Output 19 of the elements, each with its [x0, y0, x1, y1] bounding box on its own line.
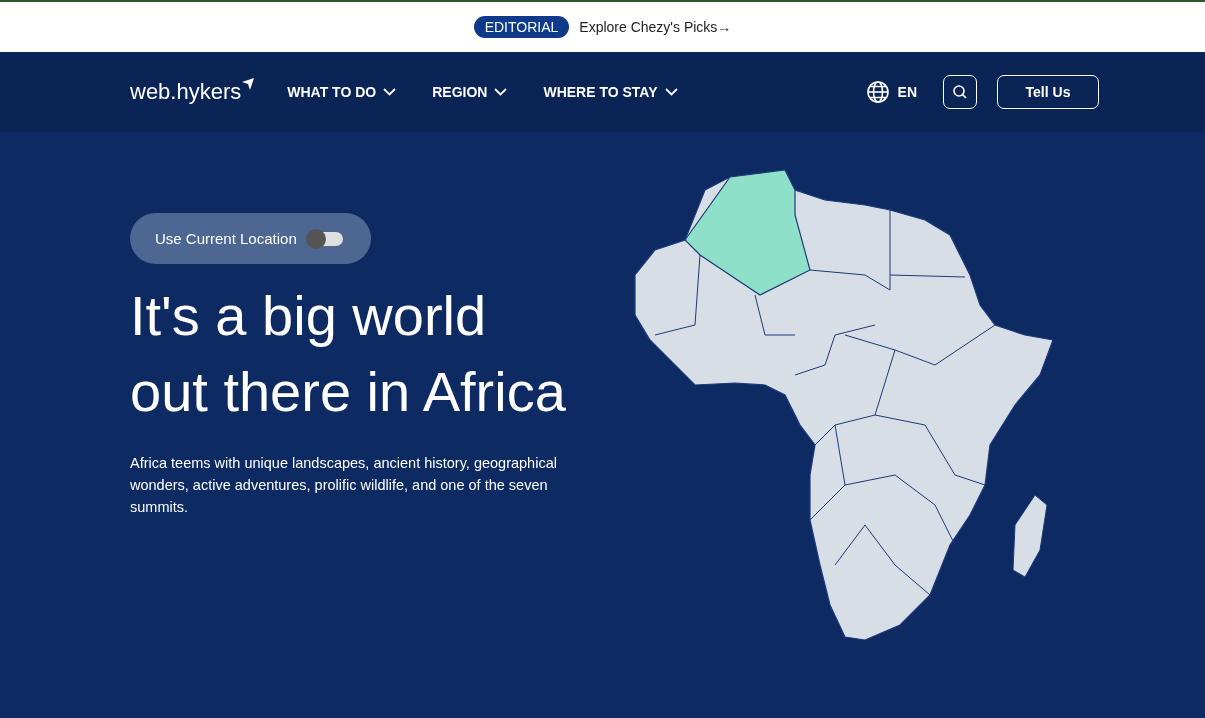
editorial-badge: EDITORIAL [473, 16, 570, 38]
nav-menu-item[interactable]: REGION [432, 84, 508, 100]
search-button[interactable] [943, 75, 977, 109]
location-label: Use Current Location [155, 230, 297, 247]
hero-description: Africa teems with unique landscapes, ancient history, geographical wonders, active adventures, prolific wildlife, and one of the seven summits. [130, 454, 558, 517]
nav-menu-item[interactable]: WHERE TO STAY [543, 84, 678, 100]
search-icon [952, 84, 968, 100]
logo-text[interactable]: web.hykers [130, 79, 242, 105]
tell-us-button[interactable]: Tell Us [997, 75, 1099, 109]
hero-title: It's a big world out there in Africa [130, 283, 567, 425]
nav-menu-item[interactable]: WHAT TO DO [287, 84, 397, 100]
chevron-down-icon [664, 88, 678, 96]
paper-plane-icon [241, 77, 256, 91]
chevron-down-icon [494, 88, 508, 96]
language-label[interactable]: EN [897, 84, 917, 100]
location-toggle[interactable] [308, 231, 343, 246]
globe-icon[interactable] [865, 80, 890, 104]
chevron-down-icon [383, 88, 397, 96]
explore-link[interactable]: Explore Chezy's Picks→ [579, 19, 732, 35]
